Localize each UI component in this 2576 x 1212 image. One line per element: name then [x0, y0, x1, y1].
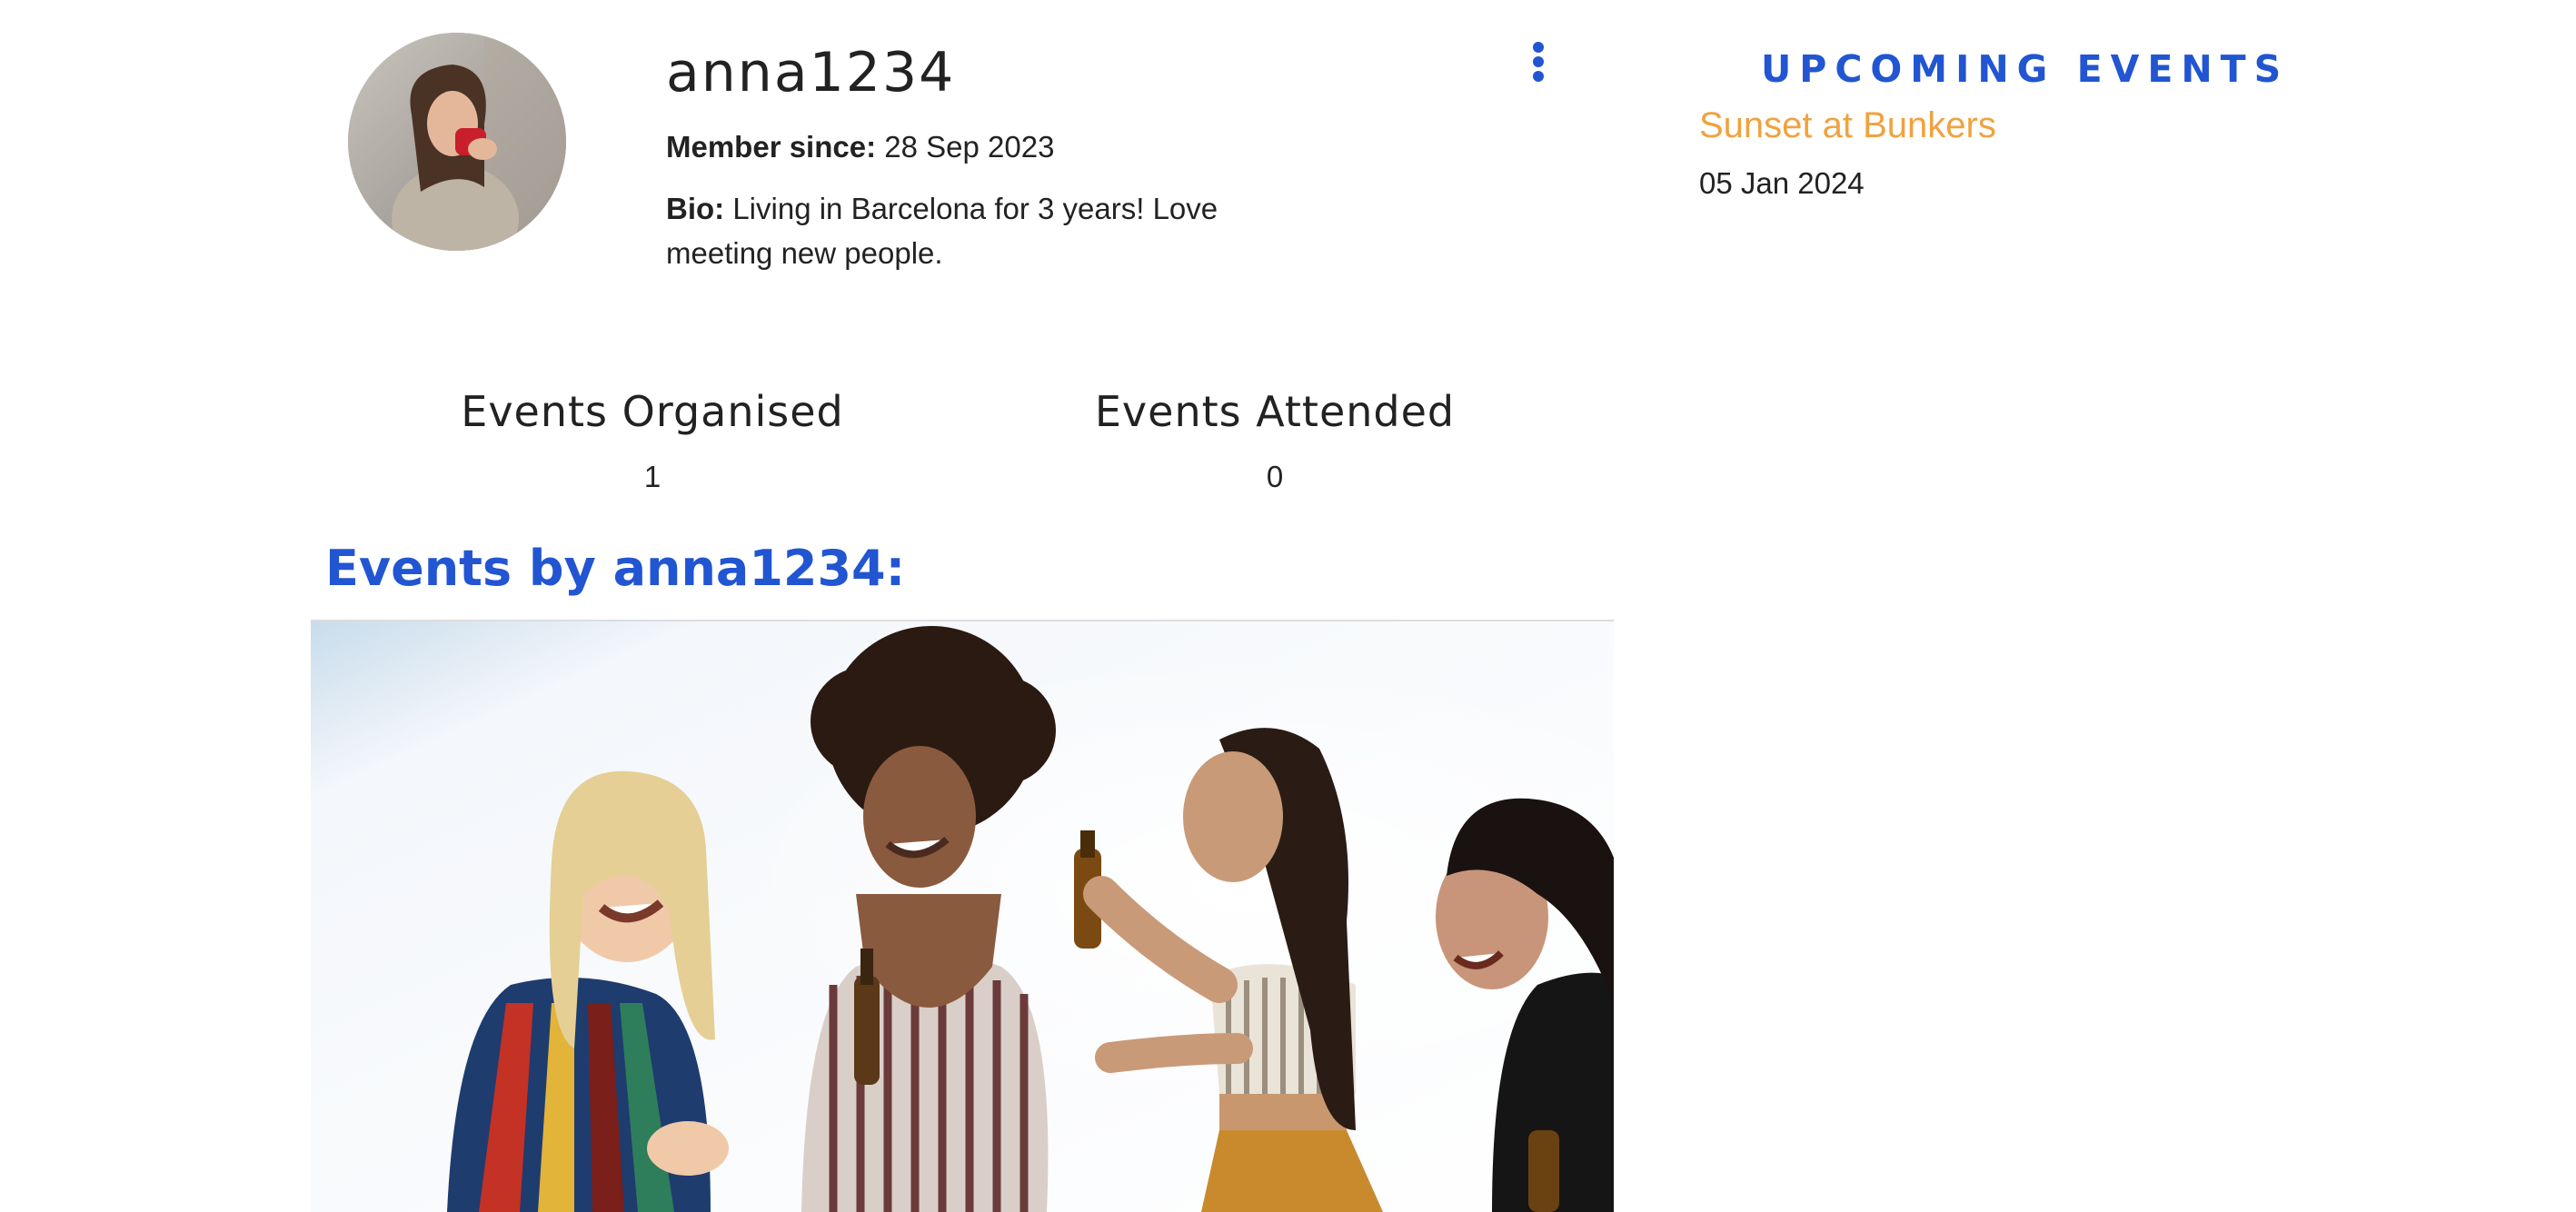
avatar [348, 33, 566, 251]
member-since-value: 28 Sep 2023 [876, 130, 1055, 164]
profile-bio: Bio: Living in Barcelona for 3 years! Lo… [666, 186, 1284, 275]
upcoming-events-heading: UPCOMING EVENTS [1761, 47, 2290, 91]
kebab-menu-icon[interactable] [1523, 36, 1556, 87]
kebab-dot [1533, 42, 1544, 53]
profile-username: anna1234 [666, 41, 956, 104]
event-photo [311, 621, 1614, 1212]
events-attended-count: 0 [1266, 460, 1284, 493]
member-since: Member since: 28 Sep 2023 [666, 127, 1054, 167]
upcoming-event-date: 05 Jan 2024 [1699, 166, 1865, 200]
events-organised-count: 1 [643, 460, 661, 493]
avatar-image [348, 33, 566, 251]
upcoming-event-link[interactable]: Sunset at Bunkers [1699, 102, 1996, 149]
event-card-image[interactable] [311, 620, 1614, 1212]
bio-label: Bio: [666, 192, 725, 225]
kebab-dot [1533, 71, 1544, 82]
events-by-heading: Events by anna1234: [325, 540, 906, 597]
kebab-dot [1533, 56, 1544, 67]
member-since-label: Member since: [666, 130, 877, 164]
bio-value: Living in Barcelona for 3 years! Love me… [666, 192, 1218, 270]
events-organised-label: Events Organised [461, 387, 844, 436]
events-attended-label: Events Attended [1094, 387, 1456, 436]
